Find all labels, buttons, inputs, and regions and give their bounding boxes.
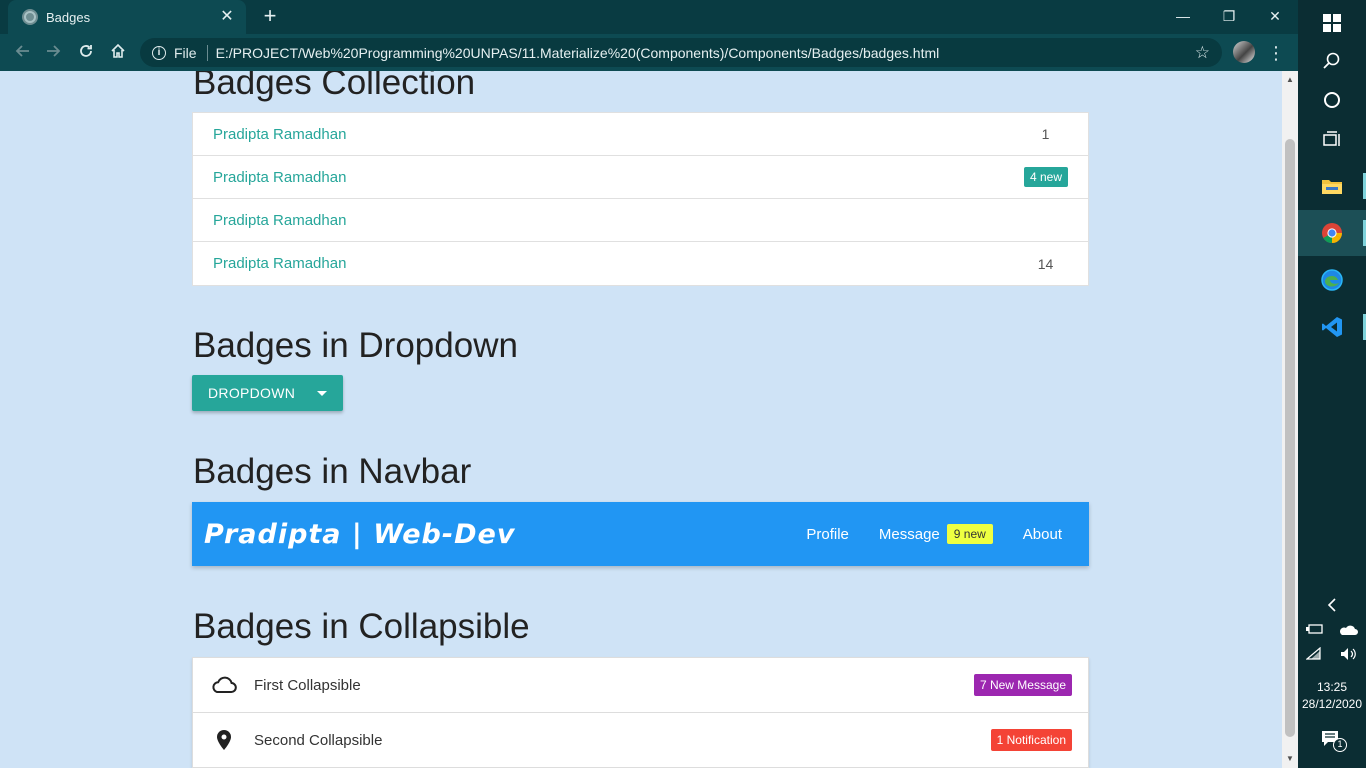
collapsible-header[interactable]: First Collapsible 7 New Message bbox=[193, 658, 1088, 713]
chevron-left-icon bbox=[1327, 598, 1336, 612]
battery-icon bbox=[1306, 624, 1323, 634]
dropdown-button[interactable]: DROPDOWN bbox=[192, 375, 343, 411]
tab-title: Badges bbox=[46, 9, 91, 25]
collection-item[interactable]: Pradipta Ramadhan 4 new bbox=[193, 156, 1088, 199]
notification-count: 1 bbox=[1333, 738, 1347, 752]
collection-item-label[interactable]: Pradipta Ramadhan bbox=[213, 212, 346, 229]
new-badge: 4 new bbox=[1023, 167, 1068, 187]
nav-link-message[interactable]: Message 9 new bbox=[864, 502, 1008, 566]
task-view-icon bbox=[1323, 131, 1340, 146]
volume-icon bbox=[1341, 648, 1356, 660]
minimize-button[interactable]: — bbox=[1160, 4, 1206, 28]
windows-taskbar bbox=[1298, 0, 1366, 768]
windows-logo-icon bbox=[1323, 14, 1341, 32]
collection-badge: 14 bbox=[1037, 255, 1054, 272]
reload-button[interactable] bbox=[73, 40, 99, 66]
collection-item-label[interactable]: Pradipta Ramadhan bbox=[213, 126, 346, 143]
tab-strip: Badges ✕ + — ❐ ✕ bbox=[0, 0, 1298, 34]
forward-button[interactable] bbox=[41, 40, 67, 66]
search-icon bbox=[1323, 52, 1340, 69]
back-button[interactable] bbox=[9, 40, 35, 66]
omnibox-scheme: File bbox=[174, 44, 197, 61]
scroll-thumb[interactable] bbox=[1285, 139, 1295, 737]
task-view-button[interactable] bbox=[1298, 117, 1366, 163]
file-explorer-app[interactable] bbox=[1298, 163, 1366, 209]
back-arrow-icon bbox=[15, 45, 29, 57]
collapsible-header[interactable]: Second Collapsible 1 Notification bbox=[193, 713, 1088, 768]
info-icon[interactable]: i bbox=[152, 45, 166, 60]
tray-row-1 bbox=[1306, 623, 1358, 639]
vscode-app[interactable] bbox=[1298, 304, 1366, 350]
place-icon bbox=[211, 729, 237, 751]
home-button[interactable] bbox=[105, 40, 131, 66]
onedrive-cloud-icon bbox=[1339, 625, 1358, 635]
collection-badge: 1 bbox=[1041, 126, 1050, 142]
collection-item-label[interactable]: Pradipta Ramadhan bbox=[213, 255, 346, 272]
section-title-collapsible: Badges in Collapsible bbox=[193, 607, 530, 646]
edge-icon bbox=[1321, 269, 1343, 291]
close-window-button[interactable]: ✕ bbox=[1252, 4, 1298, 28]
browser-tab[interactable]: Badges ✕ bbox=[8, 0, 246, 34]
wifi-icon bbox=[1306, 647, 1321, 660]
folder-icon bbox=[1322, 180, 1342, 194]
tray-row-2 bbox=[1306, 647, 1358, 663]
badges-collapsible: First Collapsible 7 New Message Second C… bbox=[192, 657, 1089, 768]
collection-item-label[interactable]: Pradipta Ramadhan bbox=[213, 169, 346, 186]
collection-item[interactable]: Pradipta Ramadhan 14 bbox=[193, 242, 1088, 285]
demo-navbar: Pradipta | Web-Dev Profile Message 9 new… bbox=[192, 502, 1089, 566]
chrome-app[interactable] bbox=[1298, 210, 1366, 256]
action-center-button[interactable]: 1 bbox=[1320, 728, 1347, 752]
close-tab-icon[interactable]: ✕ bbox=[218, 8, 236, 26]
menu-kebab-icon[interactable]: ⋮ bbox=[1266, 40, 1286, 66]
nav-link-message-label: Message bbox=[878, 525, 940, 543]
restore-button[interactable]: ❐ bbox=[1206, 4, 1252, 28]
vscode-icon bbox=[1322, 317, 1342, 337]
navbar-brand-logo[interactable]: Pradipta | Web-Dev bbox=[204, 519, 515, 550]
cortana-circle-icon bbox=[1324, 92, 1340, 108]
globe-icon bbox=[22, 9, 38, 25]
reload-icon bbox=[80, 45, 92, 57]
section-title-collection: Badges Collection bbox=[193, 71, 476, 102]
section-title-dropdown: Badges in Dropdown bbox=[193, 326, 518, 365]
profile-avatar[interactable] bbox=[1233, 41, 1255, 63]
bookmark-star-icon[interactable]: ☆ bbox=[1195, 43, 1210, 63]
red-notification-badge: 1 Notification bbox=[990, 729, 1072, 751]
message-new-badge: 9 new bbox=[946, 524, 993, 544]
show-hidden-icons-button[interactable] bbox=[1298, 583, 1366, 627]
home-icon bbox=[111, 43, 125, 58]
collapsible-label: Second Collapsible bbox=[254, 731, 383, 749]
dropdown-label: DROPDOWN bbox=[208, 385, 296, 401]
caret-down-icon bbox=[317, 390, 328, 396]
scroll-up-arrow-icon[interactable]: ▲ bbox=[1282, 73, 1298, 87]
chrome-icon bbox=[1322, 223, 1343, 244]
edge-app[interactable] bbox=[1298, 257, 1366, 303]
badges-collection: Pradipta Ramadhan 1 Pradipta Ramadhan 4 … bbox=[192, 112, 1089, 286]
page-viewport: Badges Collection Pradipta Ramadhan 1 Pr… bbox=[0, 71, 1282, 768]
forward-arrow-icon bbox=[47, 45, 61, 57]
vertical-scrollbar[interactable]: ▲ ▼ bbox=[1282, 71, 1298, 768]
cloud-icon bbox=[211, 676, 237, 694]
collapsible-label: First Collapsible bbox=[254, 676, 361, 694]
nav-link-about[interactable]: About bbox=[1008, 502, 1077, 566]
navbar-links: Profile Message 9 new About bbox=[791, 502, 1077, 566]
section-title-navbar: Badges in Navbar bbox=[193, 452, 472, 491]
new-tab-button[interactable]: + bbox=[258, 5, 282, 29]
collection-item[interactable]: Pradipta Ramadhan 1 bbox=[193, 113, 1088, 156]
scroll-down-arrow-icon[interactable]: ▼ bbox=[1282, 752, 1298, 766]
omnibox-divider bbox=[206, 44, 208, 61]
purple-message-badge: 7 New Message bbox=[973, 674, 1072, 696]
url-text[interactable]: E:/PROJECT/Web%20Programming%20UNPAS/11.… bbox=[216, 45, 1195, 61]
clock-time[interactable]: 13:25 bbox=[1298, 680, 1366, 694]
clock-date[interactable]: 28/12/2020 bbox=[1298, 697, 1366, 711]
nav-link-profile[interactable]: Profile bbox=[791, 502, 864, 566]
browser-chrome: Badges ✕ + — ❐ ✕ i File E:/PROJECT/Web%2… bbox=[0, 0, 1298, 71]
address-bar[interactable]: i File E:/PROJECT/Web%20Programming%20UN… bbox=[140, 38, 1222, 67]
collection-item[interactable]: Pradipta Ramadhan bbox=[193, 199, 1088, 242]
browser-toolbar: i File E:/PROJECT/Web%20Programming%20UN… bbox=[0, 34, 1298, 71]
